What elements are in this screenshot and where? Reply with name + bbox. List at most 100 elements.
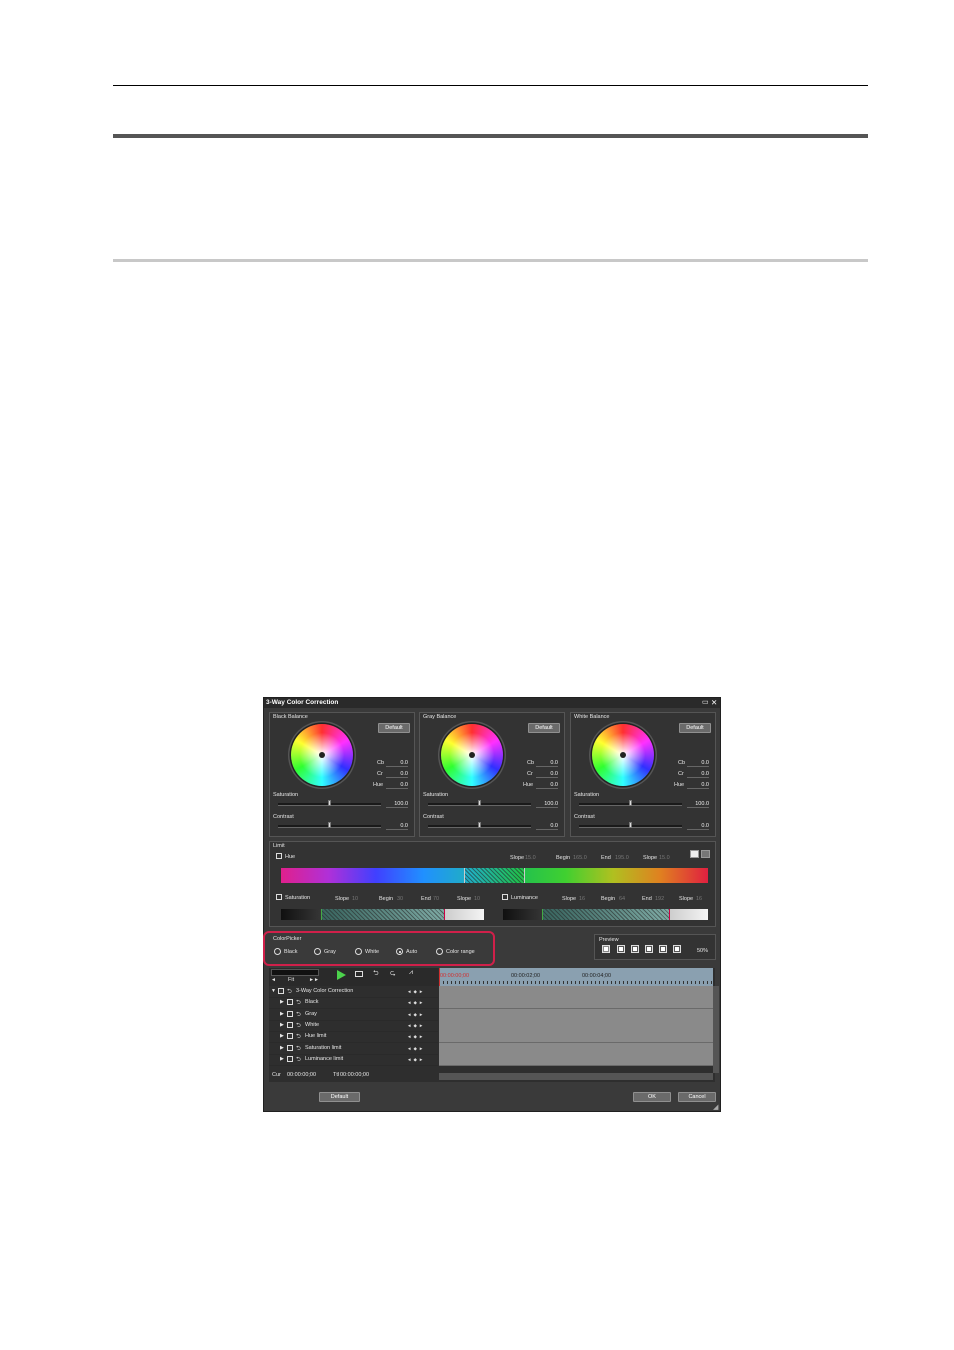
keyframe-track[interactable]: [439, 1008, 713, 1021]
hue-value[interactable]: 0.0: [687, 782, 709, 789]
histogram-toggle-icon[interactable]: [690, 850, 699, 858]
zoom-slider[interactable]: [271, 969, 319, 976]
keyframe-nav-icon[interactable]: ◄◆►: [407, 1057, 425, 1063]
footer-default-button[interactable]: Default: [319, 1092, 360, 1102]
sat-end-value[interactable]: 70: [433, 896, 439, 902]
track-row[interactable]: ▶ ⮌ Black ◄◆►: [269, 997, 438, 1010]
next-keyframe-icon[interactable]: ⮎: [390, 969, 396, 980]
time-ruler[interactable]: 00:00:00;00 00:00:02;00 00:00:04;00: [439, 968, 713, 986]
expand-arrow-icon[interactable]: ▶: [280, 1045, 284, 1051]
zoom-right-arrow-icon[interactable]: ►►: [309, 977, 319, 983]
reset-icon[interactable]: ⮌: [296, 1032, 301, 1042]
track-row[interactable]: ▼ ⮌ 3-Way Color Correction ◄◆►: [269, 986, 438, 998]
keyframe-nav-icon[interactable]: ◄◆►: [407, 1046, 425, 1052]
timeline-vertical-scrollbar[interactable]: [713, 986, 719, 1073]
keyframe-track[interactable]: [439, 1031, 713, 1044]
saturation-gradient-bar[interactable]: [281, 909, 484, 920]
preview-split-right-icon[interactable]: [645, 945, 653, 953]
color-wheel[interactable]: [441, 724, 503, 786]
hue-end-value[interactable]: 195.0: [615, 855, 629, 861]
track-row[interactable]: ▶ ⮌ Luminance limit ◄◆►: [269, 1054, 438, 1066]
contrast-value[interactable]: 0.0: [386, 823, 408, 830]
track-enable-checkbox[interactable]: [287, 1010, 293, 1017]
track-row[interactable]: ▶ ⮌ Saturation limit ◄◆►: [269, 1043, 438, 1055]
balance-default-button[interactable]: Default: [378, 723, 410, 733]
keyframe-track[interactable]: [439, 997, 713, 1010]
cb-value[interactable]: 0.0: [386, 760, 408, 767]
contrast-slider-thumb[interactable]: [478, 822, 481, 828]
contrast-slider-thumb[interactable]: [328, 822, 331, 828]
luminance-limit-checkbox[interactable]: [502, 894, 508, 900]
keyframe-nav-icon[interactable]: ◄◆►: [407, 1000, 425, 1006]
color-wheel[interactable]: [291, 724, 353, 786]
collapse-arrow-icon[interactable]: ▼: [271, 988, 276, 994]
resize-grip-icon[interactable]: ◢: [713, 1103, 718, 1111]
hue-slope2-value[interactable]: 15.0: [659, 855, 670, 861]
sat-slope2-value[interactable]: 10: [474, 896, 480, 902]
saturation-limit-checkbox[interactable]: [276, 894, 282, 900]
keyframe-track[interactable]: [439, 1019, 713, 1032]
color-wheel[interactable]: [592, 724, 654, 786]
hue-begin-value[interactable]: 165.0: [573, 855, 587, 861]
hue-gradient-bar[interactable]: [281, 868, 708, 883]
luminance-gradient-bar[interactable]: [503, 909, 708, 920]
color-wheel-handle[interactable]: [319, 752, 325, 758]
preview-eyedropper-icon[interactable]: [602, 945, 610, 953]
saturation-slider-thumb[interactable]: [328, 800, 331, 806]
reset-icon[interactable]: ⮌: [296, 1055, 301, 1065]
hue-range-selector[interactable]: [464, 868, 525, 883]
cancel-button[interactable]: Cancel: [678, 1092, 716, 1102]
reset-icon[interactable]: ⮌: [287, 987, 292, 997]
fit-label[interactable]: Fit: [288, 977, 294, 983]
preview-zoom[interactable]: 50%: [697, 948, 708, 954]
luminance-range-selector[interactable]: [542, 909, 670, 920]
lum-slope-value[interactable]: 16: [579, 896, 585, 902]
reset-icon[interactable]: ⮌: [296, 1010, 301, 1020]
hue-value[interactable]: 0.0: [386, 782, 408, 789]
contrast-slider-thumb[interactable]: [629, 822, 632, 828]
reset-icon[interactable]: ⮌: [296, 1044, 301, 1054]
graph-icon[interactable]: ⩘: [409, 969, 413, 977]
track-enable-checkbox[interactable]: [287, 999, 293, 1006]
close-icon[interactable]: ✕: [711, 698, 717, 708]
saturation-slider-thumb[interactable]: [629, 800, 632, 806]
cr-value[interactable]: 0.0: [536, 771, 558, 778]
saturation-value[interactable]: 100.0: [386, 801, 408, 808]
hue-slope-value[interactable]: 15.0: [525, 855, 536, 861]
keyframe-track[interactable]: [439, 986, 713, 998]
preview-split-top-icon[interactable]: [659, 945, 667, 953]
sat-slope-value[interactable]: 10: [352, 896, 358, 902]
saturation-value[interactable]: 100.0: [687, 801, 709, 808]
keyframe-nav-icon[interactable]: ◄◆►: [407, 989, 425, 995]
cb-value[interactable]: 0.0: [536, 760, 558, 767]
track-row[interactable]: ▶ ⮌ Hue limit ◄◆►: [269, 1031, 438, 1044]
color-wheel-handle[interactable]: [620, 752, 626, 758]
lum-begin-value[interactable]: 64: [619, 896, 625, 902]
restore-icon[interactable]: ▭: [702, 698, 709, 708]
hue-limit-checkbox[interactable]: [276, 853, 282, 859]
saturation-value[interactable]: 100.0: [536, 801, 558, 808]
expand-arrow-icon[interactable]: ▶: [280, 1011, 284, 1017]
balance-default-button[interactable]: Default: [679, 723, 711, 733]
expand-arrow-icon[interactable]: ▶: [280, 1033, 284, 1039]
zoom-left-arrow-icon[interactable]: ◄: [271, 977, 276, 983]
play-icon[interactable]: [337, 970, 346, 980]
lum-slope2-value[interactable]: 16: [696, 896, 702, 902]
ok-button[interactable]: OK: [633, 1092, 671, 1102]
waveform-toggle-icon[interactable]: [701, 850, 710, 858]
contrast-value[interactable]: 0.0: [687, 823, 709, 830]
track-enable-checkbox[interactable]: [287, 1044, 293, 1051]
track-row[interactable]: ▶ ⮌ White ◄◆►: [269, 1020, 438, 1032]
keyframe-nav-icon[interactable]: ◄◆►: [407, 1023, 425, 1029]
add-keyframe-icon[interactable]: [355, 971, 363, 977]
color-wheel-handle[interactable]: [469, 752, 475, 758]
saturation-range-selector[interactable]: [321, 909, 445, 920]
keyframe-track[interactable]: [439, 1042, 713, 1055]
balance-default-button[interactable]: Default: [528, 723, 560, 733]
saturation-slider-thumb[interactable]: [478, 800, 481, 806]
preview-split-left-icon[interactable]: [631, 945, 639, 953]
cb-value[interactable]: 0.0: [687, 760, 709, 767]
expand-arrow-icon[interactable]: ▶: [280, 1022, 284, 1028]
keyframe-nav-icon[interactable]: ◄◆►: [407, 1034, 425, 1040]
expand-arrow-icon[interactable]: ▶: [280, 999, 284, 1005]
